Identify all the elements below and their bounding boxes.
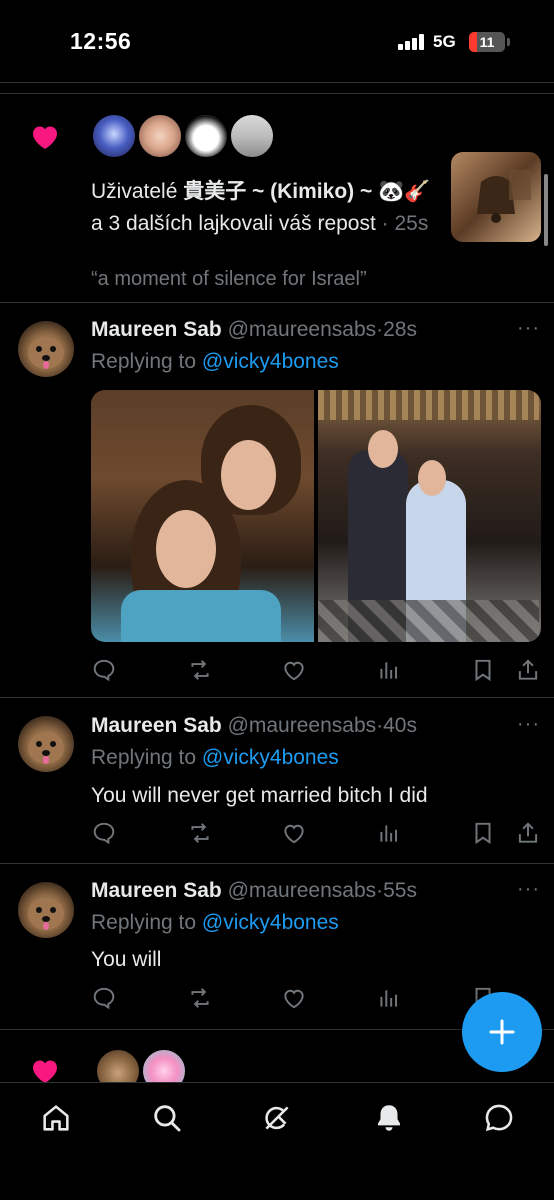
repost-thumbnail[interactable] [451, 152, 541, 242]
replying-label: Replying to [91, 746, 202, 769]
avatar[interactable] [229, 113, 275, 159]
plus-icon [489, 1019, 515, 1045]
home-icon[interactable] [39, 1101, 73, 1135]
author-handle[interactable]: @maureensabs [228, 879, 377, 902]
battery-icon: 11 [469, 32, 505, 52]
messages-icon[interactable] [482, 1101, 516, 1135]
like-icon[interactable] [281, 820, 307, 846]
notification-prefix: Uživatelé [91, 180, 184, 203]
bookmark-icon[interactable] [470, 657, 496, 683]
views-icon[interactable] [376, 985, 402, 1011]
divider [0, 93, 554, 94]
views-icon[interactable] [376, 657, 402, 683]
tweet-text: You will [91, 948, 162, 971]
author-name[interactable]: Maureen Sab [91, 318, 222, 341]
bottom-nav [0, 1082, 554, 1200]
signal-icon [398, 34, 426, 50]
status-time: 12:56 [70, 28, 132, 54]
liker-name[interactable]: 貴美子 ~ (Kimiko) ~ 🐼🎸 [183, 180, 430, 203]
reply-icon[interactable] [91, 985, 117, 1011]
reposted-text: “a moment of silence for Israel” [91, 268, 367, 290]
status-bar: 12:56 5G 11 [0, 0, 554, 82]
tweet-header: Maureen Sab @maureensabs·55s [91, 879, 417, 903]
more-options-icon[interactable]: ··· [517, 317, 540, 340]
compose-button[interactable] [462, 992, 542, 1072]
tweet-actions [91, 657, 541, 683]
divider [0, 302, 554, 303]
like-icon[interactable] [281, 985, 307, 1011]
divider [0, 697, 554, 698]
replying-label: Replying to [91, 911, 202, 934]
grok-icon[interactable] [260, 1101, 294, 1135]
more-options-icon[interactable]: ··· [517, 713, 540, 736]
share-icon[interactable] [515, 657, 541, 683]
avatar[interactable] [18, 882, 74, 938]
bookmark-icon[interactable] [470, 820, 496, 846]
divider [0, 863, 554, 864]
more-options-icon[interactable]: ··· [517, 878, 540, 901]
tweet-time: ·28s [376, 318, 417, 341]
like-icon[interactable] [281, 657, 307, 683]
liker-avatars [91, 113, 275, 159]
heart-icon [33, 126, 57, 149]
tweet-media[interactable] [91, 390, 541, 642]
retweet-icon[interactable] [187, 985, 213, 1011]
media-photo[interactable] [318, 390, 541, 642]
share-icon[interactable] [515, 820, 541, 846]
tweet-time: ·55s [376, 879, 417, 902]
tweet-text: You will never get married bitch I did [91, 784, 428, 807]
retweet-icon[interactable] [187, 820, 213, 846]
avatar[interactable] [137, 113, 183, 159]
views-icon[interactable] [376, 820, 402, 846]
notifications-icon[interactable] [372, 1101, 406, 1135]
replying-label: Replying to [91, 350, 202, 373]
search-icon[interactable] [150, 1101, 184, 1135]
author-name[interactable]: Maureen Sab [91, 879, 222, 902]
replying-to: Replying to @vicky4bones [91, 746, 339, 770]
mention-link[interactable]: @vicky4bones [202, 746, 339, 769]
avatar[interactable] [91, 113, 137, 159]
mention-link[interactable]: @vicky4bones [202, 911, 339, 934]
tweet-time: ·40s [376, 714, 417, 737]
network-type: 5G [433, 32, 456, 51]
battery-level: 11 [479, 34, 495, 50]
replying-to: Replying to @vicky4bones [91, 911, 339, 935]
tweet-actions [91, 820, 541, 846]
media-photo[interactable] [91, 390, 314, 642]
notification-time: · 25s [375, 212, 429, 235]
divider [0, 82, 554, 83]
avatar[interactable] [18, 716, 74, 772]
author-name[interactable]: Maureen Sab [91, 714, 222, 737]
notification-suffix: a 3 dalších lajkovali váš repost [91, 212, 376, 235]
avatar[interactable] [18, 321, 74, 377]
author-handle[interactable]: @maureensabs [228, 714, 377, 737]
author-handle[interactable]: @maureensabs [228, 318, 377, 341]
avatar[interactable] [183, 113, 229, 159]
notification-text: Uživatelé 貴美子 ~ (Kimiko) ~ 🐼🎸 a 3 dalšíc… [91, 176, 436, 240]
replying-to: Replying to @vicky4bones [91, 350, 339, 374]
retweet-icon[interactable] [187, 657, 213, 683]
mention-link[interactable]: @vicky4bones [202, 350, 339, 373]
tweet-header: Maureen Sab @maureensabs·28s [91, 318, 417, 342]
tweet-header: Maureen Sab @maureensabs·40s [91, 714, 417, 738]
reply-icon[interactable] [91, 820, 117, 846]
reply-icon[interactable] [91, 657, 117, 683]
scrollbar[interactable] [544, 174, 548, 246]
